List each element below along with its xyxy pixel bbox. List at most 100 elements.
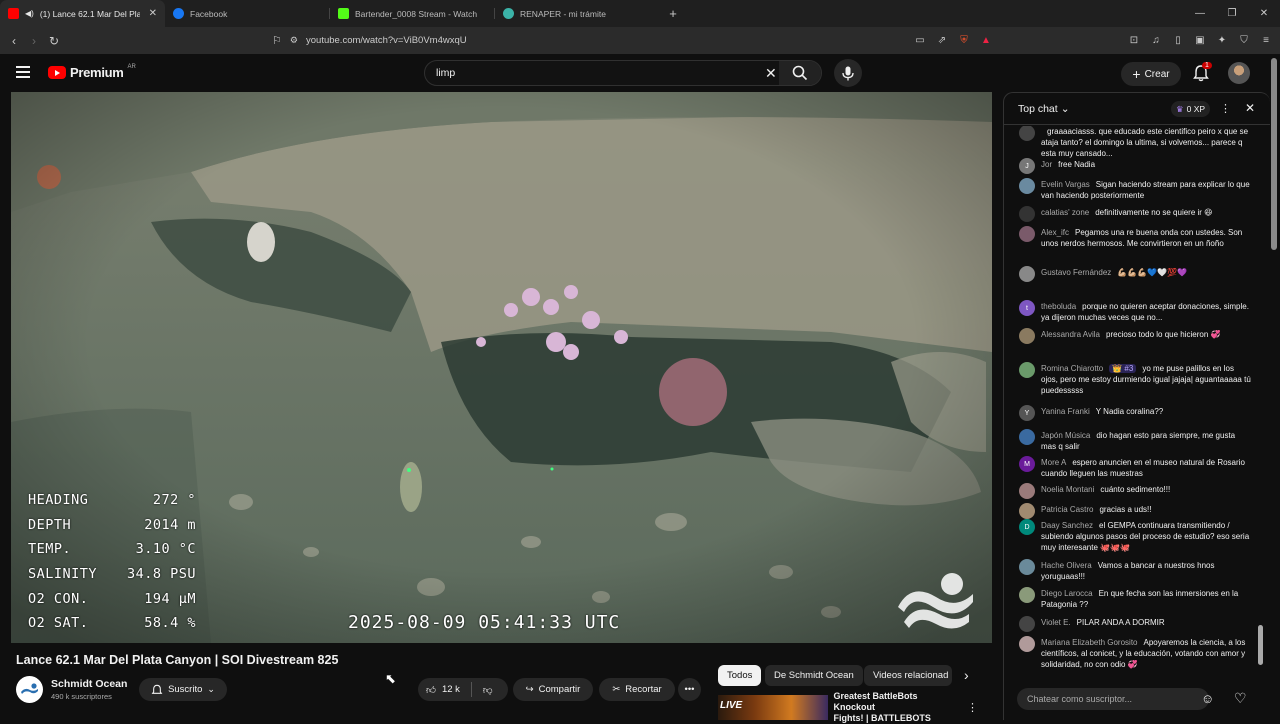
chat-message[interactable]: Gustavo Fernández 💪🏼💪🏼💪🏼💙🤍💯💜 <box>1019 266 1251 282</box>
chat-avatar[interactable] <box>1019 559 1035 575</box>
hamburger-menu-icon[interactable] <box>16 66 30 78</box>
chat-message[interactable]: Evelin Vargas Sigan haciendo stream para … <box>1019 178 1251 201</box>
chip-related[interactable]: Videos relacionad <box>864 665 952 686</box>
subscribed-button[interactable]: Suscrito ⌄ <box>139 678 227 701</box>
chat-author[interactable]: Gustavo Fernández <box>1041 268 1111 277</box>
chat-author[interactable]: calatias' zone <box>1041 208 1089 217</box>
chat-avatar[interactable] <box>1019 483 1035 499</box>
chat-scrollbar[interactable] <box>1258 125 1263 678</box>
chat-message[interactable]: Alex_ifc Pegamos una re buena onda con us… <box>1019 226 1251 249</box>
cast-icon[interactable]: ▭ <box>912 33 928 49</box>
chat-author[interactable]: Diego Larocca <box>1041 589 1093 598</box>
chat-message[interactable]: Hache Olivera Vamos a bancar a nuestros h… <box>1019 559 1251 582</box>
chat-avatar[interactable] <box>1019 206 1035 222</box>
browser-tab-renaper[interactable]: RENAPER - mi trámite <box>495 0 660 27</box>
chat-author[interactable]: Alessandra Avila <box>1041 330 1100 339</box>
new-tab-button[interactable]: + <box>660 0 686 27</box>
chat-message[interactable]: calatias' zone definitivamente no se quie… <box>1019 206 1251 222</box>
back-icon[interactable]: ‹ <box>6 32 22 50</box>
browser-tab-facebook[interactable]: Facebook <box>165 0 330 27</box>
chat-author[interactable]: Noelia Montani <box>1041 485 1094 494</box>
browser-tab-kick[interactable]: Bartender_0008 Stream - Watch Live <box>330 0 495 27</box>
chat-author[interactable]: Hache Olivera <box>1041 561 1092 570</box>
voice-search-button[interactable] <box>834 59 862 87</box>
speaker-icon[interactable]: ◀) <box>25 9 34 18</box>
chat-author[interactable]: Violet E. <box>1041 618 1071 627</box>
more-actions-button[interactable]: ••• <box>678 678 701 701</box>
video-player[interactable]: HEADING 272 ° DEPTH 2014 m TEMP. 3.10 °C SA… <box>11 92 992 643</box>
restore-icon[interactable]: ❐ <box>1216 0 1248 27</box>
chat-message[interactable]: Violet E. PILAR ANDA A DORMIR <box>1019 616 1251 632</box>
share-button[interactable]: ↪ Compartir <box>513 678 593 701</box>
chat-avatar[interactable] <box>1019 503 1035 519</box>
chat-message[interactable]: Alessandra Avila precioso todo lo que hic… <box>1019 328 1251 344</box>
chat-message[interactable]: Mariana Elizabeth Gorosito Apoyaremos la … <box>1019 636 1251 670</box>
chat-author[interactable]: Patricia Castro <box>1041 505 1093 514</box>
chips-next-icon[interactable]: › <box>964 667 969 683</box>
chat-author[interactable]: More A <box>1041 458 1066 467</box>
chat-avatar[interactable]: t <box>1019 300 1035 316</box>
page-scrollbar[interactable] <box>1271 58 1277 250</box>
minimize-icon[interactable]: — <box>1184 0 1216 27</box>
xp-badge[interactable]: ♛ 0 XP <box>1171 101 1211 117</box>
dislike-button[interactable]: 👎︎ <box>483 684 493 696</box>
site-info-icon[interactable]: ⚙ <box>290 35 298 46</box>
screenshot-icon[interactable]: ⊡ <box>1126 33 1142 49</box>
clip-button[interactable]: ✂ Recortar <box>599 678 675 701</box>
search-button[interactable] <box>779 61 821 85</box>
wallet-icon[interactable]: ▣ <box>1192 33 1208 49</box>
chat-author[interactable]: Jor <box>1041 160 1052 169</box>
chat-avatar[interactable] <box>1019 328 1035 344</box>
chat-avatar[interactable]: J <box>1019 158 1035 174</box>
chat-message[interactable]: J Jor free Nadia <box>1019 158 1251 174</box>
close-chat-icon[interactable]: ✕ <box>1245 101 1255 115</box>
youtube-premium-logo[interactable]: Premium AR <box>48 64 136 80</box>
emoji-icon[interactable]: ☺ <box>1201 691 1214 706</box>
chat-author[interactable]: Evelin Vargas <box>1041 180 1090 189</box>
account-avatar[interactable] <box>1228 62 1250 84</box>
chat-author[interactable]: Japón Música <box>1041 431 1090 440</box>
chat-author[interactable]: Alex_ifc <box>1041 228 1069 237</box>
brave-shield-icon[interactable]: ⛨ <box>956 33 972 49</box>
video-thumbnail[interactable]: LIVE <box>718 695 828 720</box>
chat-message[interactable]: Y Yanina Franki Y Nadia coralina?? <box>1019 405 1251 421</box>
chat-message[interactable]: t theboluda porque no quieren aceptar dona… <box>1019 300 1251 323</box>
omnibox[interactable]: ⚐ ⚙ youtube.com/watch?v=ViB0Vm4wxqU <box>266 31 908 51</box>
close-tab-icon[interactable]: ✕ <box>149 8 157 19</box>
channel-avatar[interactable] <box>16 676 43 703</box>
url-text[interactable]: youtube.com/watch?v=ViB0Vm4wxqU <box>306 35 467 46</box>
more-vertical-icon[interactable]: ⋮ <box>1220 102 1231 115</box>
chat-input[interactable]: Chatear como suscriptor... <box>1017 688 1209 710</box>
chat-avatar[interactable] <box>1019 429 1035 445</box>
chat-avatar[interactable]: D <box>1019 519 1035 535</box>
chat-avatar[interactable]: Y <box>1019 405 1035 421</box>
share-page-icon[interactable]: ⇗ <box>934 33 950 49</box>
chat-author[interactable]: Mariana Elizabeth Gorosito <box>1041 638 1138 647</box>
chip-all[interactable]: Todos <box>718 665 762 686</box>
chat-author[interactable]: theboluda <box>1041 302 1076 311</box>
chat-avatar[interactable] <box>1019 126 1035 141</box>
chat-message[interactable]: Noelia Montani cuánto sedimento!!! <box>1019 483 1251 499</box>
chat-message[interactable]: M More Aespero anuncien en el museo natur… <box>1019 456 1251 479</box>
browser-tab-youtube[interactable]: ◀) (1) Lance 62.1 Mar Del Plata C ✕ <box>0 0 165 27</box>
vpn-icon[interactable]: ⛉ <box>1236 33 1252 49</box>
chat-avatar[interactable] <box>1019 178 1035 194</box>
clear-search-icon[interactable]: ✕ <box>765 65 777 82</box>
recommended-video[interactable]: LIVE Greatest BattleBots Knockout Fights… <box>718 691 978 723</box>
search-input[interactable] <box>425 67 745 79</box>
menu-icon[interactable]: ≡ <box>1258 33 1274 49</box>
reload-icon[interactable]: ↻ <box>46 32 62 50</box>
chat-avatar[interactable] <box>1019 362 1035 378</box>
rewards-icon[interactable]: ▲ <box>978 33 994 49</box>
chat-message[interactable]: Diego Larocca En que fecha son las inmers… <box>1019 587 1251 610</box>
chat-author[interactable]: Yanina Franki <box>1041 407 1090 416</box>
chat-message[interactable]: Patricia Castro gracias a uds!! <box>1019 503 1251 519</box>
leo-icon[interactable]: ✦ <box>1214 33 1230 49</box>
create-button[interactable]: + Crear <box>1121 62 1181 86</box>
close-window-icon[interactable]: ✕ <box>1248 0 1280 27</box>
chat-author[interactable]: Romina Chiarotto <box>1041 364 1103 373</box>
chat-avatar[interactable] <box>1019 636 1035 652</box>
chat-message[interactable]: Japón Música dio hagan esto para siempre,… <box>1019 429 1251 452</box>
chat-message[interactable]: graaaaciasss. que educado este cientific… <box>1019 126 1251 159</box>
chat-message[interactable]: D Daay Sanchez el GEMPA continuara transmi… <box>1019 519 1251 553</box>
